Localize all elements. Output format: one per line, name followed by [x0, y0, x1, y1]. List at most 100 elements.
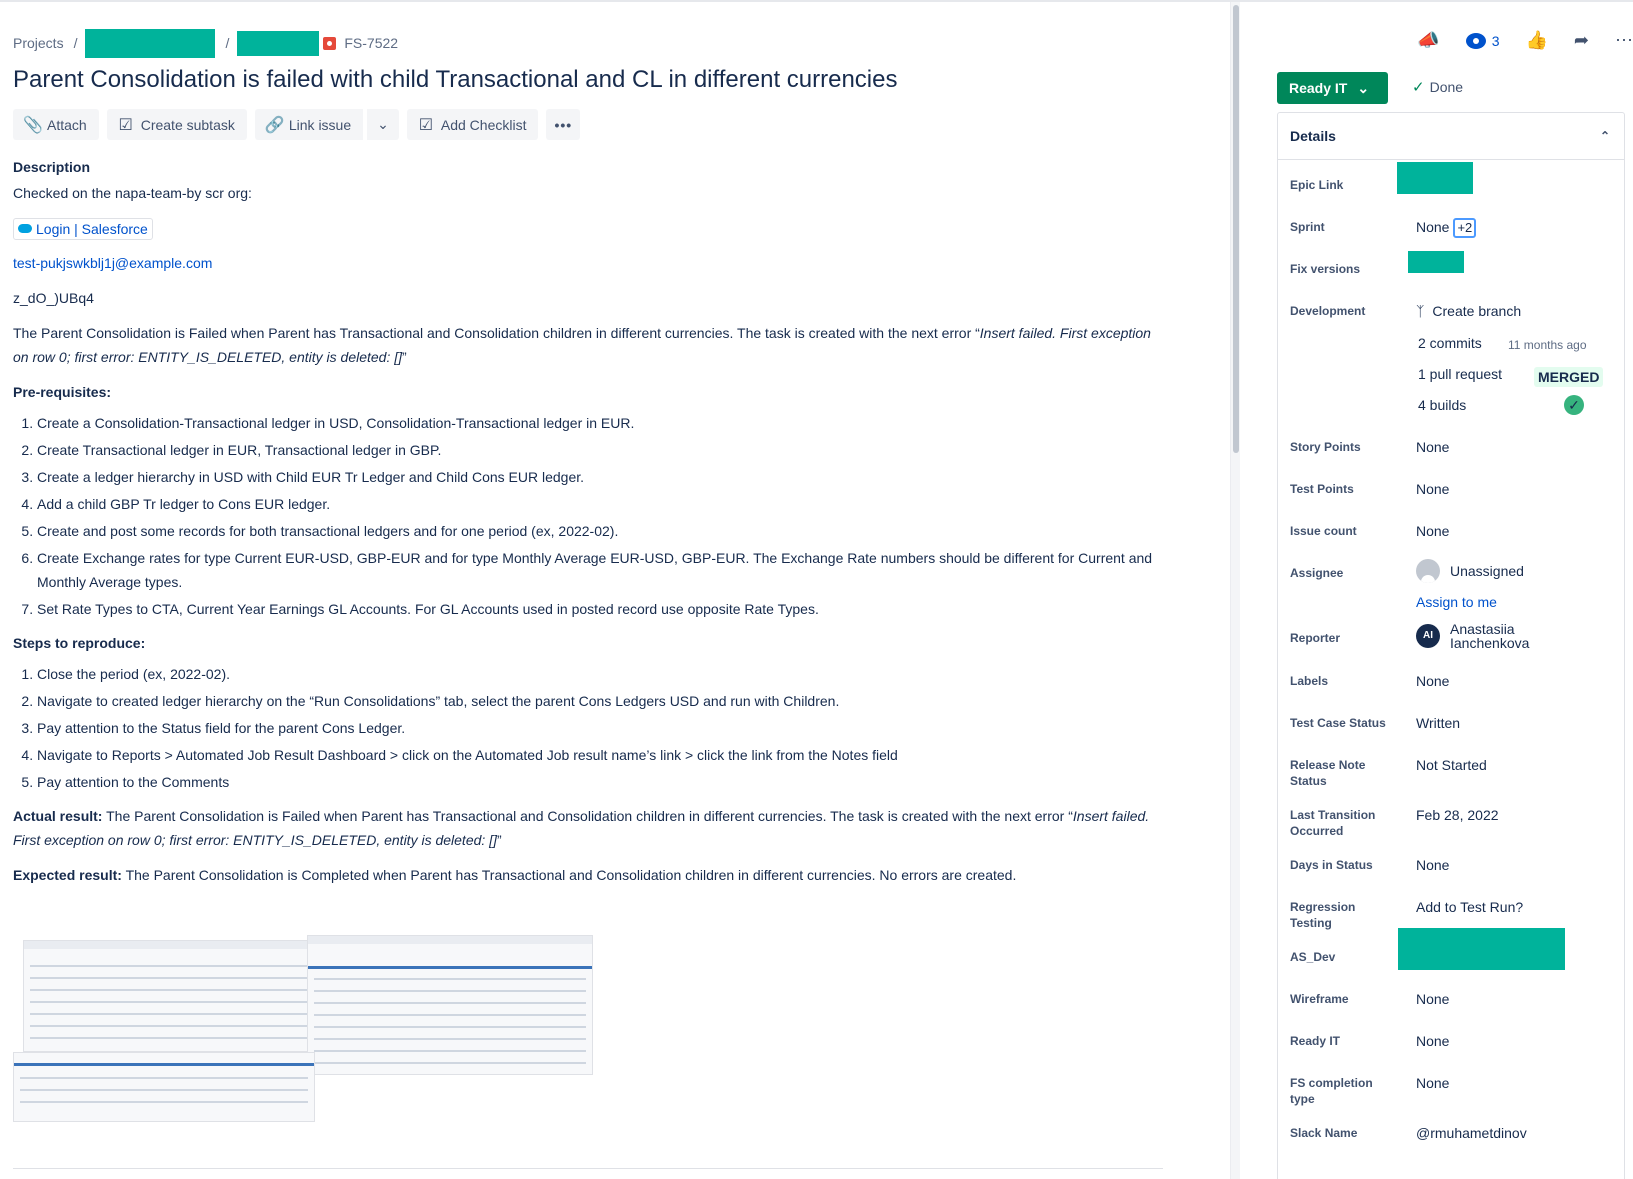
field-value[interactable]: Written — [1416, 714, 1460, 732]
chevron-up-icon: ⌃ — [1599, 129, 1610, 143]
field-value[interactable]: Add to Test Run? — [1416, 898, 1523, 916]
epic-link-redacted[interactable] — [1397, 162, 1473, 194]
header-actions: 📣 3 👍 ➦ ⋯ — [1417, 30, 1633, 51]
thumbnail-header — [308, 936, 592, 944]
chevron-down-icon: ⌄ — [377, 116, 389, 132]
field-value[interactable]: None — [1416, 672, 1449, 690]
main-scrollbar[interactable] — [1230, 2, 1240, 1179]
list-item: Pay attention to the Status field for th… — [37, 716, 1163, 740]
list-item: Create a ledger hierarchy in USD with Ch… — [37, 465, 1163, 489]
check-icon: ✓ — [1412, 79, 1425, 96]
assign-to-me-link[interactable]: Assign to me — [1416, 593, 1497, 611]
reporter-first-name: Anastasiia — [1450, 621, 1515, 637]
thumbnail-row — [314, 1002, 586, 1004]
bug-type-icon — [323, 36, 337, 50]
sprint-extra-badge[interactable]: +2 — [1453, 218, 1477, 238]
description[interactable]: Description Checked on the napa-team-by … — [13, 155, 1163, 898]
list-item: Navigate to created ledger hierarchy on … — [37, 689, 1163, 713]
thumbnail-row — [314, 1026, 586, 1028]
link-issue-button[interactable]: 🔗 Link issue — [254, 109, 364, 140]
field-label: Sprint — [1290, 220, 1325, 234]
as-dev-redacted[interactable] — [1398, 928, 1565, 970]
add-checklist-button[interactable]: ☑ Add Checklist — [406, 109, 539, 140]
field-value[interactable]: Feb 28, 2022 — [1416, 806, 1499, 824]
pr-status-badge: MERGED — [1534, 367, 1604, 387]
thumbnail-row — [20, 1089, 308, 1091]
link-issue-label: Link issue — [288, 116, 352, 133]
builds-link[interactable]: 4 builds — [1418, 396, 1466, 414]
reporter-name: Anastasiia Ianchenkova — [1450, 622, 1529, 650]
share-icon[interactable]: ➦ — [1574, 30, 1589, 51]
field-label: Days in Status — [1290, 858, 1373, 872]
field-label: Issue count — [1290, 524, 1357, 538]
avatar: AI — [1416, 624, 1440, 648]
thumbnail-blue-bar — [14, 1063, 314, 1066]
reporter-last-name: Ianchenkova — [1450, 635, 1530, 651]
thumbnail-row — [20, 1101, 308, 1103]
field-value[interactable]: None — [1416, 522, 1449, 540]
issue-title[interactable]: Parent Consolidation is failed with chil… — [13, 66, 897, 94]
sprint-text: None — [1416, 219, 1450, 235]
attachment-thumbnail[interactable] — [13, 1052, 315, 1122]
field-label: Test Points — [1290, 482, 1354, 496]
field-value[interactable]: None — [1416, 480, 1449, 498]
list-item: Add a child GBP Tr ledger to Cons EUR le… — [37, 492, 1163, 516]
checklist-icon: ☑ — [418, 116, 434, 134]
thumbs-up-icon[interactable]: 👍 — [1525, 30, 1547, 51]
details-header[interactable]: Details ⌃ — [1278, 113, 1624, 160]
field-label: Release Note Status — [1290, 758, 1366, 788]
field-value[interactable]: None — [1416, 990, 1449, 1008]
email-row: test-pukjswkblj1j@example.com — [13, 251, 1163, 275]
thumbnail-row — [314, 1050, 586, 1052]
field-value[interactable]: None — [1416, 1074, 1449, 1092]
field-value[interactable]: None — [1416, 438, 1449, 456]
field-label: AS_Dev — [1290, 950, 1336, 964]
field-value[interactable]: None — [1416, 1032, 1449, 1050]
field-value[interactable]: None — [1416, 856, 1449, 874]
create-branch-link[interactable]: ᛉ Create branch — [1416, 302, 1521, 320]
list-item: Create Exchange rates for type Current E… — [37, 546, 1163, 594]
email-link[interactable]: test-pukjswkblj1j@example.com — [13, 255, 212, 271]
status-dropdown[interactable]: Ready IT ⌄ — [1277, 72, 1388, 104]
transition-label: Done — [1429, 79, 1464, 95]
commits-link[interactable]: 2 commits — [1418, 334, 1482, 352]
link-issue-dropdown[interactable]: ⌄ — [365, 109, 399, 140]
thumbnail-row — [30, 1013, 312, 1015]
attachment-thumbnail[interactable] — [307, 935, 593, 1075]
more-actions-button[interactable]: ••• — [546, 109, 581, 140]
create-subtask-button[interactable]: ☑ Create subtask — [106, 109, 247, 140]
description-paragraph: The Parent Consolidation is Failed when … — [13, 321, 1163, 369]
breadcrumb-separator: / — [225, 35, 230, 51]
watch-button[interactable]: 3 — [1465, 32, 1500, 49]
field-label: Fix versions — [1290, 262, 1361, 276]
description-intro: Checked on the napa-team-by scr org: — [13, 185, 252, 201]
breadcrumb-parent-redacted[interactable] — [237, 30, 320, 56]
field-value[interactable]: @rmuhametdinov — [1416, 1124, 1527, 1142]
salesforce-link-label: Login | Salesforce — [36, 220, 148, 237]
list-item: Create a Consolidation-Transactional led… — [37, 411, 1163, 435]
salesforce-link-chip[interactable]: Login | Salesforce — [13, 217, 153, 240]
para-end: ” — [402, 349, 407, 365]
branch-icon: ᛉ — [1416, 303, 1425, 319]
para-text: The Parent Consolidation is Failed when … — [13, 325, 980, 341]
attach-label: Attach — [47, 116, 87, 133]
more-icon[interactable]: ⋯ — [1615, 30, 1633, 51]
fix-versions-redacted[interactable] — [1408, 251, 1464, 273]
sprint-value[interactable]: None +2 — [1416, 218, 1477, 238]
breadcrumb-projects[interactable]: Projects — [13, 35, 64, 51]
field-value[interactable]: Not Started — [1416, 756, 1487, 774]
assignee-value[interactable]: Unassigned — [1416, 559, 1524, 583]
pull-request-link[interactable]: 1 pull request — [1418, 365, 1502, 383]
transition-done-button[interactable]: ✓ Done — [1412, 78, 1463, 96]
breadcrumb-project-redacted[interactable] — [85, 28, 216, 58]
breadcrumb-issue-key[interactable]: FS-7522 — [344, 35, 398, 51]
details-heading: Details — [1290, 128, 1336, 144]
scrollbar-thumb[interactable] — [1233, 5, 1239, 453]
prereq-heading: Pre-requisites: — [13, 384, 112, 400]
watch-count: 3 — [1491, 32, 1500, 49]
attachment-thumbnail[interactable] — [23, 940, 319, 1052]
attach-button[interactable]: 📎 Attach — [13, 109, 99, 140]
reporter-value[interactable]: AI Anastasiia Ianchenkova — [1416, 622, 1529, 650]
breadcrumb: Projects / / FS-7522 — [13, 28, 398, 58]
megaphone-icon[interactable]: 📣 — [1417, 30, 1439, 51]
